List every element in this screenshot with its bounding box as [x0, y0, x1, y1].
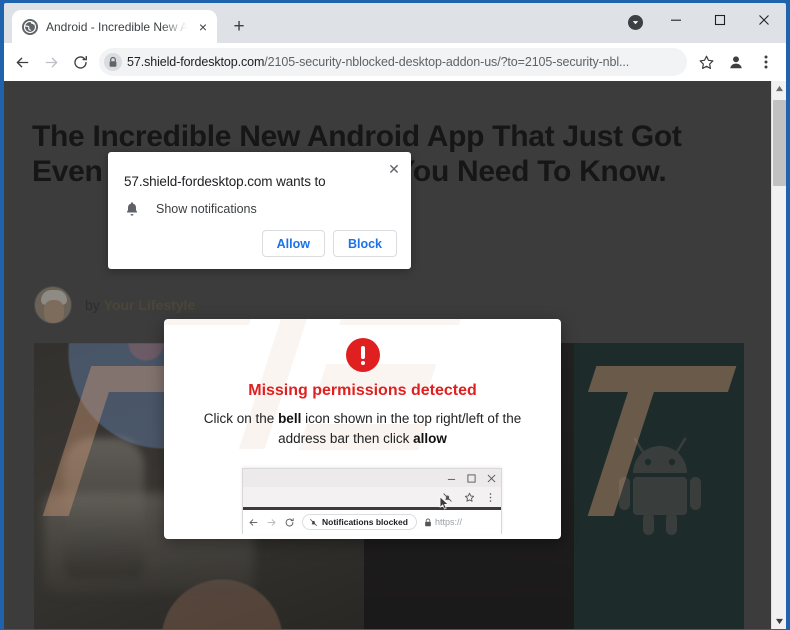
bell-blocked-icon	[310, 518, 317, 526]
mini-browser-tabrow	[243, 487, 501, 510]
three-dot-menu-icon	[489, 492, 492, 502]
close-icon	[487, 474, 496, 482]
android-robot-icon	[617, 425, 703, 540]
scam-dialog-title: Missing permissions detected	[248, 382, 477, 399]
close-icon[interactable]: ✕	[385, 160, 403, 178]
scroll-down-arrow-icon[interactable]	[772, 614, 787, 629]
permission-label: Show notifications	[156, 202, 257, 216]
star-icon	[464, 492, 475, 502]
profile-avatar-icon[interactable]	[722, 48, 750, 76]
browser-tab[interactable]: Android - Incredible New App - I ×	[12, 10, 217, 43]
tab-close-button[interactable]: ×	[195, 19, 211, 35]
reload-icon	[284, 517, 295, 528]
page-viewport: The Incredible New Android App That Just…	[4, 81, 786, 629]
scroll-up-arrow-icon[interactable]	[772, 81, 787, 96]
tab-title: Android - Incredible New App - I	[46, 19, 187, 34]
back-arrow-icon[interactable]	[8, 48, 36, 76]
mini-browser-url: https://	[424, 517, 462, 527]
window-controls	[616, 3, 786, 43]
web-page: The Incredible New Android App That Just…	[4, 81, 771, 629]
notification-permission-bubble: ✕ 57.shield-fordesktop.com wants to Show…	[108, 152, 411, 269]
chip-label: Notifications blocked	[322, 517, 408, 527]
permission-row: Show notifications	[124, 201, 257, 217]
close-window-button[interactable]	[742, 3, 786, 36]
notifications-blocked-chip: Notifications blocked	[302, 514, 417, 530]
three-dot-menu-icon[interactable]	[752, 48, 780, 76]
mini-browser-toolbar: Notifications blocked https://	[243, 510, 501, 534]
minimize-button[interactable]	[654, 3, 698, 36]
permission-bubble-title: 57.shield-fordesktop.com wants to	[124, 174, 326, 189]
minimize-icon	[447, 478, 456, 480]
star-icon[interactable]	[692, 48, 720, 76]
page-scrollbar[interactable]	[771, 81, 786, 629]
scam-dialog-instruction: Click on the bell icon shown in the top …	[203, 411, 522, 447]
byline-text: by Your Lifestyle	[85, 297, 196, 313]
mouse-pointer-icon	[439, 496, 450, 510]
chevron-down-icon	[627, 14, 643, 30]
scam-dialog: Missing permissions detected Click on th…	[164, 319, 561, 539]
scrollbar-thumb[interactable]	[772, 100, 786, 186]
error-exclamation-icon	[345, 338, 380, 372]
mini-browser-titlebar	[243, 469, 501, 487]
globe-icon	[22, 18, 38, 35]
scrollbar-track[interactable]	[772, 96, 787, 614]
toolbar-right-actions	[692, 48, 780, 76]
block-button[interactable]: Block	[332, 230, 397, 257]
byline-author: Your Lifestyle	[103, 297, 196, 313]
reload-icon[interactable]	[66, 48, 94, 76]
new-tab-button[interactable]: +	[225, 12, 253, 40]
back-arrow-icon	[248, 517, 259, 528]
forward-arrow-icon	[266, 517, 277, 528]
browser-toolbar: 57.shield-fordesktop.com/2105-security-n…	[4, 43, 786, 81]
address-bar[interactable]: 57.shield-fordesktop.com/2105-security-n…	[99, 48, 687, 76]
permission-actions: Allow Block	[261, 230, 397, 257]
forward-arrow-icon[interactable]	[37, 48, 65, 76]
bell-icon	[124, 201, 140, 217]
lock-icon	[425, 518, 431, 526]
tab-strip: Android - Incredible New App - I × +	[4, 3, 786, 43]
browser-window: Android - Incredible New App - I × +	[0, 0, 790, 630]
window-extra-button[interactable]	[616, 3, 654, 41]
mini-browser-mock: Notifications blocked https://	[242, 468, 502, 534]
maximize-button[interactable]	[698, 3, 742, 36]
allow-button[interactable]: Allow	[261, 230, 325, 257]
lock-icon[interactable]	[99, 48, 127, 76]
address-bar-url: 57.shield-fordesktop.com/2105-security-n…	[127, 55, 630, 69]
avatar	[34, 286, 72, 324]
maximize-icon	[467, 473, 476, 483]
